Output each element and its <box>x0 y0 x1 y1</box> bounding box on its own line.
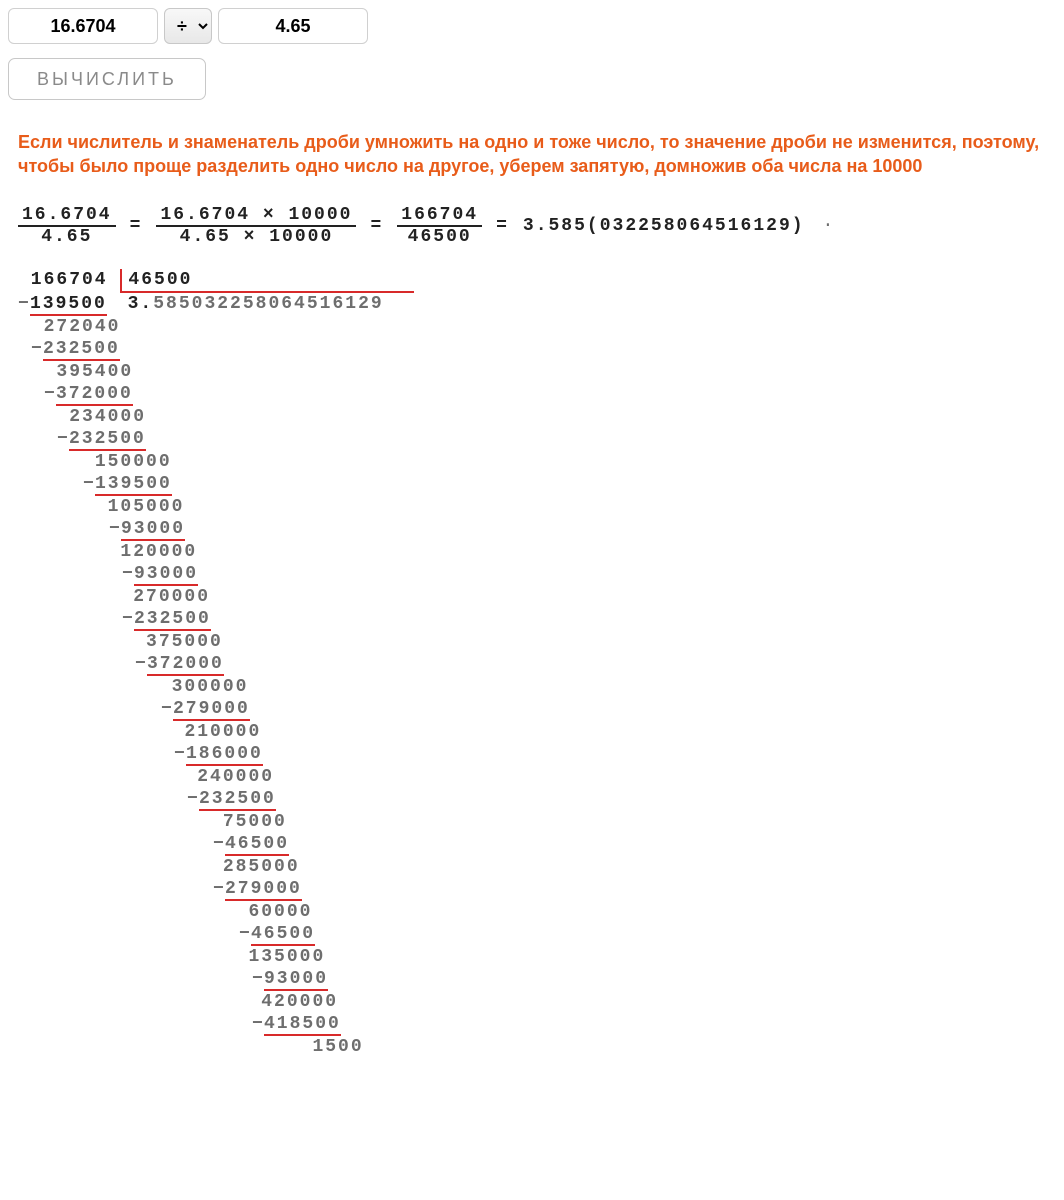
long-division-step: 279000 <box>225 879 302 901</box>
operand-a-input[interactable] <box>8 8 158 44</box>
long-division-step: 395400 <box>56 362 133 382</box>
fraction-1-denominator: 4.65 <box>37 227 96 247</box>
long-division-step: 46500 <box>251 924 315 946</box>
long-division-step: 139500 <box>30 294 107 316</box>
explanation-text: Если числитель и знаменатель дроби умнож… <box>8 130 1056 179</box>
long-division-step: 139500 <box>95 474 172 496</box>
result-value: 3.585(032258064516129) <box>523 216 805 236</box>
long-division-step: 279000 <box>173 699 250 721</box>
fraction-3-numerator: 166704 <box>397 205 482 227</box>
long-division-step: 232500 <box>43 339 120 361</box>
equals-sign: = <box>496 216 509 236</box>
equals-sign: = <box>370 216 383 236</box>
long-division-step: 93000 <box>121 519 185 541</box>
operator-select[interactable]: ÷ <box>164 8 212 44</box>
fraction-3-denominator: 46500 <box>404 227 476 247</box>
long-division-step: 300000 <box>172 677 249 697</box>
long-division-step: 120000 <box>120 542 197 562</box>
fraction-2-denominator: 4.65 × 10000 <box>176 227 338 247</box>
long-division-step: 270000 <box>133 587 210 607</box>
long-division-step: 420000 <box>261 992 338 1012</box>
fraction-2: 16.6704 × 10000 4.65 × 10000 <box>156 205 356 247</box>
quotient-integer: 3. <box>128 294 154 314</box>
trailing-dot: · <box>819 216 834 236</box>
long-division-step: 60000 <box>248 902 312 922</box>
long-division-step: 150000 <box>95 452 172 472</box>
fraction-2-numerator: 16.6704 × 10000 <box>156 205 356 227</box>
fraction-3: 166704 46500 <box>397 205 482 247</box>
long-division-step: 105000 <box>108 497 185 517</box>
long-division-step: 75000 <box>223 812 287 832</box>
operand-b-input[interactable] <box>218 8 368 44</box>
dividend: 166704 <box>18 269 120 294</box>
long-division-step: 232500 <box>199 789 276 811</box>
equals-sign: = <box>130 216 143 236</box>
fraction-1: 16.6704 4.65 <box>18 205 116 247</box>
long-division-step: 93000 <box>134 564 198 586</box>
long-division-step: 186000 <box>186 744 263 766</box>
long-division-step: 372000 <box>56 384 133 406</box>
long-division-step: 210000 <box>184 722 261 742</box>
fraction-equation: 16.6704 4.65 = 16.6704 × 10000 4.65 × 10… <box>8 205 1056 247</box>
divisor: 46500 <box>120 269 414 294</box>
long-division-step: 375000 <box>146 632 223 652</box>
quotient-decimals: 585032258064516129 <box>153 294 383 314</box>
long-division-step: 135000 <box>248 947 325 967</box>
long-division-work: 166704 46500−139500 3.585032258064516129… <box>8 269 1056 1059</box>
long-division-step: 240000 <box>197 767 274 787</box>
long-division-step: 234000 <box>69 407 146 427</box>
long-division-step: 46500 <box>225 834 289 856</box>
long-division-step: 372000 <box>147 654 224 676</box>
long-division-step: 272040 <box>44 317 121 337</box>
long-division-step: 1500 <box>312 1037 363 1057</box>
long-division-step: 418500 <box>264 1014 341 1036</box>
calculate-button[interactable]: ВЫЧИСЛИТЬ <box>8 58 206 100</box>
long-division-step: 232500 <box>69 429 146 451</box>
fraction-1-numerator: 16.6704 <box>18 205 116 227</box>
long-division-step: 93000 <box>264 969 328 991</box>
long-division-step: 285000 <box>223 857 300 877</box>
long-division-step: 232500 <box>134 609 211 631</box>
